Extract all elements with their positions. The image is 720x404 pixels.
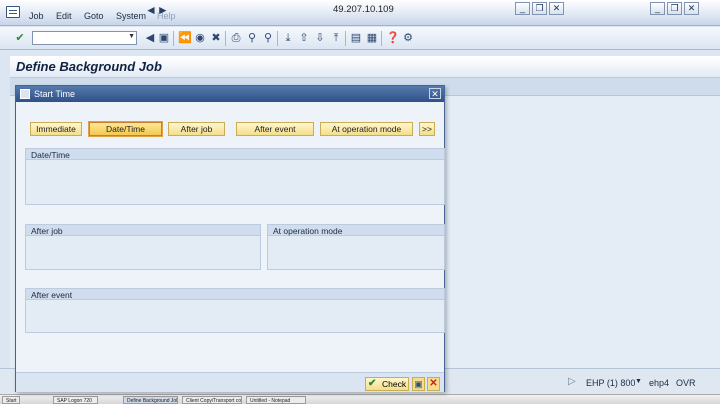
toolbar-divider [381, 31, 382, 46]
after-job-group: After job [25, 224, 261, 270]
insert-mode: OVR [676, 378, 696, 388]
menu-job[interactable]: Job [29, 11, 44, 21]
session-close-icon[interactable]: ✕ [684, 2, 699, 15]
sap-menu-icon[interactable] [6, 6, 20, 18]
toolbar-divider [345, 31, 346, 46]
standard-toolbar: ✔ ▼ ◀ ▣ ⏪ ◉ ✖ ⎙ ⚲ ⚲ ⤓ ⇧ ⇩ ⤒ ▤ ▦ ❓ ⚙ [0, 27, 720, 50]
cancel-icon[interactable]: ✖ [210, 32, 222, 44]
enter-icon[interactable]: ✔ [14, 32, 26, 44]
check-icon: ✔ [368, 378, 377, 389]
date-time-button[interactable]: Date/Time [88, 121, 163, 137]
exit-icon[interactable]: ◉ [194, 32, 206, 44]
close-icon[interactable]: ✕ [549, 2, 564, 15]
at-operation-mode-button[interactable]: At operation mode [320, 122, 413, 136]
page-title: Define Background Job [16, 59, 162, 74]
immediate-button[interactable]: Immediate [30, 122, 82, 136]
remote-session-icon: ◄► [145, 3, 169, 17]
dialog-close-icon[interactable]: ✕ [429, 88, 441, 99]
check-button-label: Check [382, 379, 407, 389]
after-event-group: After event [25, 288, 445, 333]
minimize-icon[interactable]: _ [515, 2, 530, 15]
remote-host-address: 49.207.10.109 [333, 4, 394, 15]
server-name: ehp4 [649, 378, 670, 388]
customize-layout-icon[interactable]: ⚙ [402, 32, 414, 44]
at-operation-mode-group: At operation mode [267, 224, 445, 270]
dialog-footer: ✔ Check ▣ ✕ [16, 372, 444, 392]
taskbar-item-notepad[interactable]: Untitled - Notepad [246, 396, 306, 404]
check-button[interactable]: ✔ Check [365, 377, 409, 391]
shortcut-icon[interactable]: ▦ [366, 32, 378, 44]
previous-page-icon[interactable]: ⇧ [298, 32, 310, 44]
at-operation-mode-group-title: At operation mode [273, 226, 343, 236]
status-expand-icon[interactable]: ▷ [568, 376, 576, 387]
session-minimize-icon[interactable]: _ [650, 2, 665, 15]
new-session-icon[interactable]: ▤ [350, 32, 362, 44]
find-next-icon[interactable]: ⚲ [262, 32, 274, 44]
menu-edit[interactable]: Edit [56, 11, 72, 21]
dialog-title-bar[interactable]: Start Time ✕ [16, 86, 444, 102]
find-icon[interactable]: ⚲ [246, 32, 258, 44]
taskbar-item-define-background-job[interactable]: Define Background Job [123, 396, 178, 404]
session-restore-icon[interactable]: ❐ [667, 2, 682, 15]
print-icon[interactable]: ⎙ [230, 32, 242, 44]
collapse-icon[interactable]: ◀ [144, 32, 156, 44]
after-job-button[interactable]: After job [168, 122, 225, 136]
system-dropdown-icon[interactable]: ▼ [635, 378, 642, 385]
taskbar-item-client-copy[interactable]: Client Copy/Transport co... [182, 396, 242, 404]
next-page-icon[interactable]: ⇩ [314, 32, 326, 44]
save-button[interactable]: ▣ [412, 377, 425, 391]
after-event-button[interactable]: After event [236, 122, 314, 136]
back-icon[interactable]: ⏪ [178, 32, 192, 44]
menu-system[interactable]: System [116, 11, 146, 21]
after-event-group-title: After event [31, 290, 73, 300]
start-button[interactable]: Start [2, 396, 20, 404]
system-info: EHP (1) 800 [586, 378, 636, 388]
after-job-group-title: After job [31, 226, 63, 236]
page-title-bar: Define Background Job [10, 56, 720, 78]
cancel-button[interactable]: ✕ [427, 377, 440, 391]
more-options-button[interactable]: >> [419, 122, 435, 136]
dialog-window-icon [20, 89, 30, 99]
windows-taskbar: Start SAP Logon 720 Define Background Jo… [0, 394, 720, 404]
dialog-title: Start Time [34, 89, 76, 99]
cancel-icon: ✕ [429, 378, 438, 389]
help-icon[interactable]: ❓ [386, 32, 400, 44]
toolbar-divider [173, 31, 174, 46]
start-time-dialog: Start Time ✕ Immediate Date/Time After j… [15, 85, 445, 392]
toolbar-divider [225, 31, 226, 46]
menu-goto[interactable]: Goto [84, 11, 104, 21]
date-time-group-title: Date/Time [31, 150, 70, 160]
taskbar-item-sap-logon[interactable]: SAP Logon 720 [53, 396, 98, 404]
menu-bar: Job Edit Goto System Help ◄► 49.207.10.1… [0, 0, 720, 26]
first-page-icon[interactable]: ⤓ [282, 32, 294, 44]
date-time-group: Date/Time [25, 148, 445, 205]
restore-icon[interactable]: ❐ [532, 2, 547, 15]
command-field[interactable]: ▼ [32, 31, 137, 45]
save-icon: ▣ [414, 379, 423, 389]
last-page-icon[interactable]: ⤒ [330, 32, 342, 44]
save-icon[interactable]: ▣ [158, 32, 170, 44]
toolbar-divider [277, 31, 278, 46]
chevron-down-icon[interactable]: ▼ [128, 33, 135, 40]
